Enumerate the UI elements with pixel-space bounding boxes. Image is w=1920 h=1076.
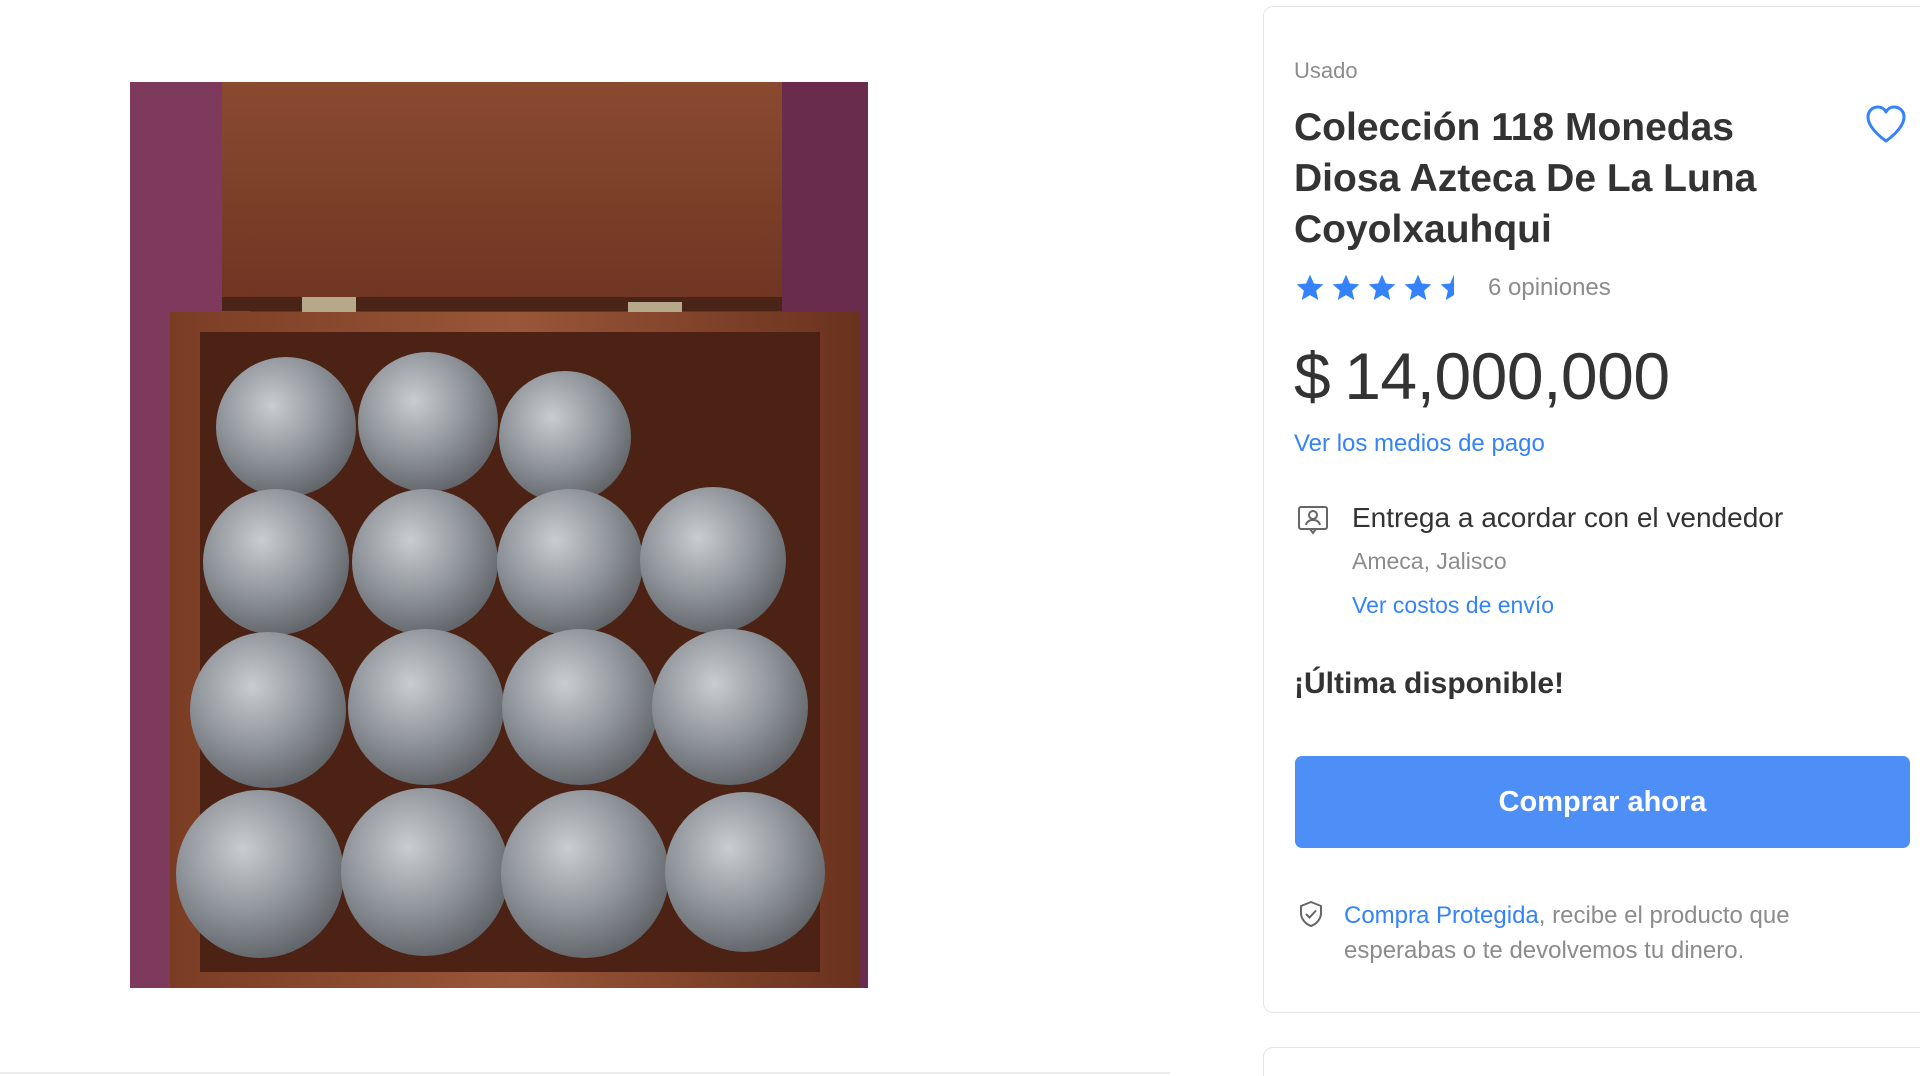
delivery-title: Entrega a acordar con el vendedor: [1352, 502, 1784, 533]
item-condition: Usado: [1294, 58, 1358, 83]
rating-stars: [1294, 272, 1470, 304]
coin-box-photo: [130, 82, 868, 988]
product-title: Colección 118 Monedas Diosa Azteca De La…: [1294, 106, 1757, 251]
shield-check-icon: [1296, 899, 1326, 929]
content-divider: [0, 1072, 1170, 1074]
product-page: Usado Colección 118 Monedas Diosa Azteca…: [0, 0, 1920, 1076]
person-card-icon: [1296, 502, 1330, 536]
star-half-icon: [1440, 274, 1454, 300]
shipping-costs-link[interactable]: Ver costos de envío: [1352, 592, 1554, 619]
product-image[interactable]: [130, 82, 868, 988]
favorite-button[interactable]: [1862, 100, 1910, 148]
purchase-protection: Compra Protegida, recibe el producto que…: [1344, 898, 1874, 968]
delivery-location: Ameca, Jalisco: [1352, 548, 1507, 574]
star-icon: [1296, 274, 1324, 300]
payment-methods-link[interactable]: Ver los medios de pago: [1294, 430, 1545, 458]
star-icon: [1368, 274, 1396, 300]
rating-summary[interactable]: 6 opiniones: [1294, 272, 1611, 304]
product-price: $ 14,000,000: [1294, 338, 1670, 414]
buy-now-button[interactable]: Comprar ahora: [1295, 756, 1910, 848]
price-value: 14,000,000: [1344, 339, 1670, 413]
stock-status: ¡Última disponible!: [1294, 667, 1564, 700]
price-currency: $: [1294, 339, 1331, 413]
star-icon: [1404, 274, 1432, 300]
reviews-count: 6 opiniones: [1488, 274, 1611, 301]
heart-outline-icon: [1866, 105, 1906, 143]
star-icon: [1332, 274, 1360, 300]
protected-purchase-link[interactable]: Compra Protegida: [1344, 902, 1539, 929]
seller-box: [1263, 1047, 1920, 1076]
